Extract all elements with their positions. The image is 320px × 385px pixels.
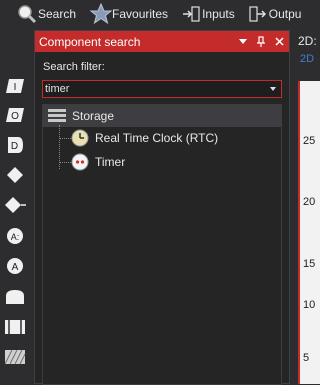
search-filter-label: Search filter: xyxy=(43,61,105,73)
clock-icon xyxy=(71,129,89,147)
storage-icon xyxy=(48,109,66,123)
tree-item-timer[interactable]: Timer xyxy=(43,151,281,173)
palette-output-shape[interactable]: O xyxy=(4,104,26,126)
ruler-tick: 25 xyxy=(303,135,316,147)
ruler-tick: 10 xyxy=(303,299,316,311)
main-toolbar: Search Favourites Inputs Outpu xyxy=(0,0,320,28)
tree-group-label: Storage xyxy=(72,109,115,123)
search-filter-combobox[interactable] xyxy=(42,80,282,98)
tree-group-storage[interactable]: Storage xyxy=(43,105,281,127)
palette-input-shape[interactable]: I xyxy=(4,75,26,97)
inputs-tab-label: Inputs xyxy=(202,7,235,21)
palette-assign-shape[interactable]: A: xyxy=(4,225,26,247)
star-icon xyxy=(90,3,113,25)
search-tab-label: Search xyxy=(38,7,77,21)
timer-icon xyxy=(71,153,89,171)
ruler-tick: 15 xyxy=(303,258,316,270)
search-filter-input[interactable] xyxy=(45,82,263,96)
panel-title: Component search xyxy=(39,34,141,49)
svg-text:O: O xyxy=(11,111,19,122)
outputs-tab-label: Outpu xyxy=(268,7,302,21)
palette-subroutine-shape[interactable] xyxy=(4,316,26,338)
svg-text:D: D xyxy=(11,141,18,152)
ruler-tick: 20 xyxy=(303,196,316,208)
favourites-tab[interactable]: Favourites xyxy=(90,0,168,28)
palette-comment-shape[interactable] xyxy=(4,346,26,368)
view-2d-ruler: 25 20 15 10 5 xyxy=(298,81,320,384)
component-search-panel: Component search Search filter: Storage xyxy=(34,30,290,385)
palette-data-shape[interactable]: D xyxy=(4,134,26,156)
outputs-tab[interactable]: Outpu xyxy=(247,0,302,28)
tree-item-label: Timer xyxy=(95,155,126,169)
view-2d-subtab[interactable]: 2D xyxy=(290,51,320,69)
palette-decision-shape[interactable] xyxy=(4,164,26,186)
svg-text:I: I xyxy=(14,82,17,93)
inputs-tab[interactable]: Inputs xyxy=(180,0,235,28)
panel-header: Component search xyxy=(35,31,289,52)
component-tree: Storage Real Time Clock (RTC) Timer xyxy=(42,104,282,385)
view-2d-tab[interactable]: 2D: xyxy=(290,30,320,51)
magnifier-icon xyxy=(16,3,38,25)
tree-item-label: Real Time Clock (RTC) xyxy=(95,131,219,145)
svg-text:A: A xyxy=(12,262,19,273)
shape-palette: I O D A: A xyxy=(0,70,30,384)
input-arrow-icon xyxy=(180,3,202,25)
output-arrow-icon xyxy=(247,3,269,25)
chevron-down-icon[interactable] xyxy=(270,87,276,91)
ruler-tick: 5 xyxy=(303,352,310,364)
palette-action-shape[interactable]: A xyxy=(4,255,26,277)
view-2d-subtab-label: 2D xyxy=(300,53,315,65)
palette-loop-shape[interactable] xyxy=(4,286,26,308)
dropdown-icon[interactable] xyxy=(235,34,251,50)
close-icon[interactable] xyxy=(271,34,287,50)
tree-item-rtc[interactable]: Real Time Clock (RTC) xyxy=(43,127,281,149)
svg-text:A:: A: xyxy=(11,232,20,242)
search-tab[interactable]: Search xyxy=(16,0,76,28)
view-2d-tab-label: 2D: xyxy=(298,34,317,48)
favourites-tab-label: Favourites xyxy=(112,7,169,21)
pin-icon[interactable] xyxy=(253,34,269,50)
palette-decision-branch-shape[interactable] xyxy=(4,194,26,216)
